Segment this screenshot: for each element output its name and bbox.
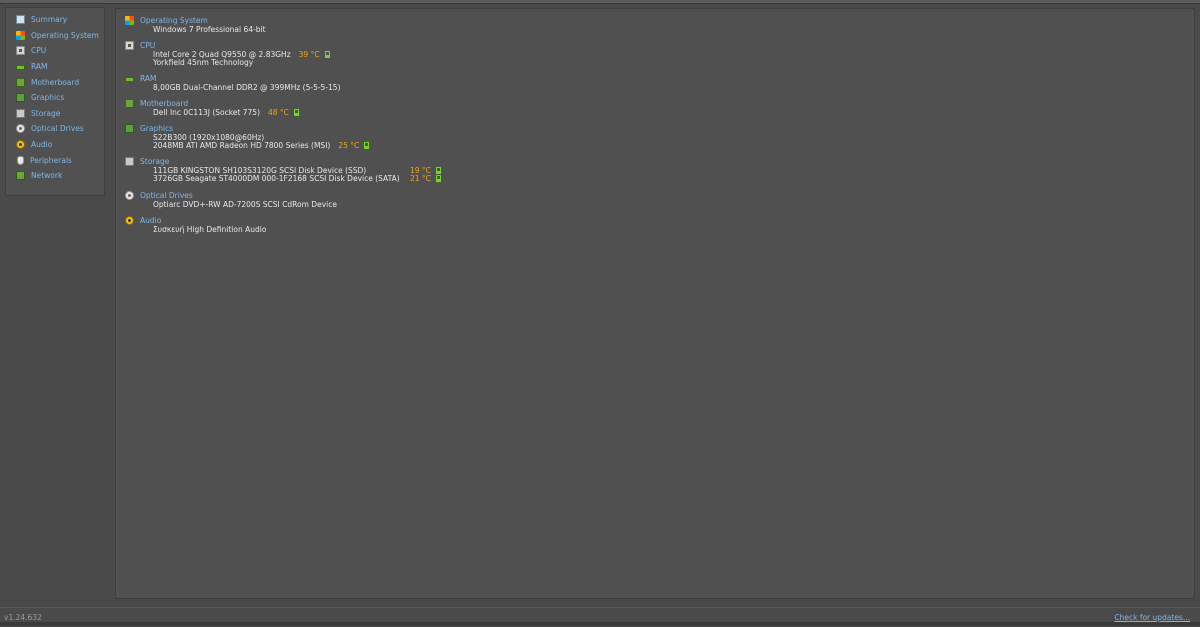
section-title[interactable]: CPU bbox=[140, 41, 155, 50]
sidebar-item-cpu[interactable]: CPU bbox=[6, 43, 104, 59]
section-title[interactable]: Audio bbox=[140, 216, 161, 225]
temperature-gauge-icon bbox=[435, 166, 441, 174]
sidebar-item-label: Peripherals bbox=[30, 155, 72, 165]
storage-drive-row: 3726GB Seagate ST4000DM 000-1F2168 SCSI … bbox=[153, 174, 441, 184]
sidebar-item-graphics[interactable]: Graphics bbox=[6, 90, 104, 106]
check-for-updates-link[interactable]: Check for updates... bbox=[1114, 613, 1190, 622]
sidebar-item-label: CPU bbox=[31, 46, 47, 56]
windows-logo-icon bbox=[16, 30, 25, 40]
ram-module-icon bbox=[125, 76, 134, 82]
section-title[interactable]: Motherboard bbox=[140, 99, 188, 108]
storage-drive-row: 111GB KINGSTON SH103S3120G SCSI Disk Dev… bbox=[153, 166, 441, 175]
temperature-gauge-icon bbox=[293, 108, 299, 116]
sidebar-item-storage[interactable]: Storage bbox=[6, 106, 104, 122]
section-title[interactable]: Operating System bbox=[140, 16, 208, 25]
sidebar-item-label: Operating System bbox=[31, 30, 99, 40]
section-title[interactable]: Graphics bbox=[140, 124, 173, 133]
cpu-chip-icon bbox=[16, 46, 25, 56]
sidebar-item-operating-system[interactable]: Operating System bbox=[6, 28, 104, 44]
sidebar-item-label: Graphics bbox=[31, 93, 65, 103]
sidebar-item-network[interactable]: Network bbox=[6, 168, 104, 184]
drive-temperature: 21 °C bbox=[410, 174, 431, 184]
motherboard-name: Dell Inc 0C113J (Socket 775) 48 °C bbox=[153, 108, 299, 117]
graphics-card-icon bbox=[125, 123, 134, 133]
sidebar-item-audio[interactable]: Audio bbox=[6, 137, 104, 153]
ram-details: 8,00GB Dual-Channel DDR2 @ 399MHz (5-5-5… bbox=[153, 82, 341, 92]
section-title[interactable]: Optical Drives bbox=[140, 191, 193, 200]
windows-logo-icon bbox=[125, 15, 134, 25]
sidebar-item-label: Summary bbox=[31, 15, 68, 25]
speaker-icon bbox=[125, 215, 134, 225]
hard-drive-icon bbox=[125, 156, 134, 166]
mouse-icon bbox=[17, 155, 24, 165]
sidebar-item-peripherals[interactable]: Peripherals bbox=[6, 152, 104, 168]
cpu-temperature: 39 °C bbox=[298, 49, 320, 59]
sidebar-item-label: RAM bbox=[31, 62, 48, 72]
sidebar-item-motherboard[interactable]: Motherboard bbox=[6, 74, 104, 90]
summary-icon bbox=[16, 15, 25, 25]
motherboard-temperature: 48 °C bbox=[268, 107, 289, 117]
motherboard-icon bbox=[16, 77, 25, 87]
section-motherboard: Motherboard Dell Inc 0C113J (Socket 775)… bbox=[125, 98, 299, 117]
graphics-card-name: 2048MB ATI AMD Radeon HD 7800 Series (MS… bbox=[153, 141, 370, 151]
temperature-gauge-icon bbox=[435, 175, 441, 183]
hard-drive-icon bbox=[16, 108, 25, 118]
version-label: v1.24.632 bbox=[4, 613, 42, 622]
optical-disc-icon bbox=[125, 190, 134, 200]
optical-drive-name: Optiarc DVD+-RW AD-7200S SCSI CdRom Devi… bbox=[153, 199, 337, 209]
sidebar-item-label: Network bbox=[31, 171, 63, 181]
audio-device-name: Συσκευή High Definition Audio bbox=[153, 224, 267, 234]
section-title[interactable]: Storage bbox=[140, 157, 169, 166]
window-top-border bbox=[0, 0, 1200, 4]
temperature-gauge-icon bbox=[364, 142, 370, 150]
taskbar-strip bbox=[0, 622, 1200, 626]
sidebar-item-label: Storage bbox=[31, 108, 61, 118]
section-cpu: CPU Intel Core 2 Quad Q9550 @ 2.83GHz 39… bbox=[125, 40, 330, 67]
temperature-gauge-icon bbox=[324, 50, 330, 58]
monitor-name: S22B300 (1920x1080@60Hz) bbox=[153, 132, 265, 142]
section-storage: Storage 111GB KINGSTON SH103S3120G SCSI … bbox=[125, 156, 441, 183]
cpu-name: Intel Core 2 Quad Q9550 @ 2.83GHz 39 °C bbox=[153, 50, 330, 59]
speaker-icon bbox=[16, 140, 25, 150]
graphics-temperature: 25 °C bbox=[338, 141, 360, 151]
section-graphics: Graphics S22B300 (1920x1080@60Hz) 2048MB… bbox=[125, 123, 370, 151]
sidebar-item-ram[interactable]: RAM bbox=[6, 59, 104, 75]
summary-panel: Operating System Windows 7 Professional … bbox=[115, 8, 1195, 599]
sidebar-item-summary[interactable]: Summary bbox=[6, 12, 104, 28]
sidebar-item-optical-drives[interactable]: Optical Drives bbox=[6, 121, 104, 137]
section-title[interactable]: RAM bbox=[140, 74, 157, 83]
section-optical-drives: Optical Drives Optiarc DVD+-RW AD-7200S … bbox=[125, 190, 337, 209]
optical-disc-icon bbox=[16, 124, 25, 134]
ram-module-icon bbox=[16, 65, 25, 71]
cpu-technology: Yorkfield 45nm Technology bbox=[153, 58, 254, 68]
cpu-chip-icon bbox=[125, 40, 134, 50]
graphics-card-icon bbox=[16, 93, 25, 103]
sidebar-item-label: Audio bbox=[31, 140, 53, 150]
network-icon bbox=[16, 171, 25, 181]
section-audio: Audio Συσκευή High Definition Audio bbox=[125, 215, 266, 234]
os-name: Windows 7 Professional 64-bit bbox=[153, 24, 266, 34]
section-operating-system: Operating System Windows 7 Professional … bbox=[125, 15, 266, 34]
sidebar: Summary Operating System CPU RAM Motherb… bbox=[5, 7, 105, 196]
sidebar-item-label: Optical Drives bbox=[31, 124, 84, 134]
motherboard-icon bbox=[125, 98, 134, 108]
sidebar-item-label: Motherboard bbox=[31, 77, 80, 87]
section-ram: RAM 8,00GB Dual-Channel DDR2 @ 399MHz (5… bbox=[125, 73, 341, 92]
